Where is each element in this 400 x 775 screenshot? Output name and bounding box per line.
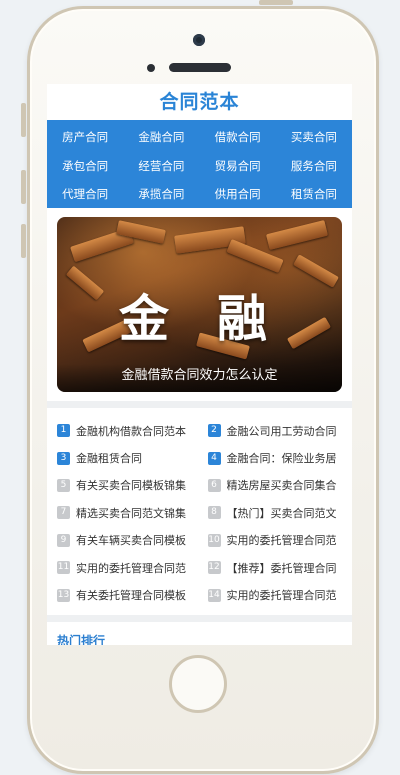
rank-badge: 13 <box>57 588 70 602</box>
camera-icon <box>193 34 205 46</box>
rank-badge: 7 <box>57 506 70 520</box>
list-item-title[interactable]: 金融机构借款合同范本 <box>76 423 186 439</box>
site-title[interactable]: 合同范本 <box>47 84 352 120</box>
list-item-title[interactable]: 金融公司用工劳动合同 <box>227 423 337 439</box>
banner-headline-left: 金 <box>119 290 169 348</box>
nav-item[interactable]: 借款合同 <box>200 128 276 151</box>
nav-item[interactable]: 代理合同 <box>47 185 123 208</box>
rank-badge: 1 <box>57 424 70 438</box>
section-divider <box>47 401 352 408</box>
list-item-title[interactable]: 金融租赁合同 <box>76 450 142 466</box>
rank-badge: 14 <box>207 588 221 602</box>
list-item-title[interactable]: 实用的委托管理合同范 <box>76 560 186 576</box>
list-item-title[interactable]: 【热门】买卖合同范文 <box>227 505 337 521</box>
list-item[interactable]: 14 实用的委托管理合同范 <box>207 581 353 608</box>
list-item-title[interactable]: 金融合同：保险业务居 <box>227 450 337 466</box>
banner-wrap: 金 融 金融借款合同效力怎么认定 <box>47 208 352 401</box>
rank-badge: 12 <box>207 561 221 575</box>
power-button <box>259 0 293 5</box>
list-item[interactable]: 4 金融合同：保险业务居 <box>207 444 353 471</box>
banner-image[interactable]: 金 融 金融借款合同效力怎么认定 <box>57 217 342 392</box>
rank-badge: 5 <box>57 478 70 492</box>
nav-item[interactable]: 承揽合同 <box>123 185 199 208</box>
rank-badge: 11 <box>57 561 70 575</box>
hot-ranking-heading[interactable]: 热门排行 <box>47 614 352 645</box>
list-item-title[interactable]: 精选房屋买卖合同集合 <box>227 477 337 493</box>
nav-item[interactable]: 供用合同 <box>200 185 276 208</box>
rank-badge: 2 <box>207 424 221 438</box>
list-item[interactable]: 2 金融公司用工劳动合同 <box>207 417 353 444</box>
rank-badge: 8 <box>207 506 221 520</box>
nav-item[interactable]: 金融合同 <box>123 128 199 151</box>
category-nav: 房产合同 金融合同 借款合同 买卖合同 承包合同 经营合同 贸易合同 服务合同 … <box>47 120 352 208</box>
rank-badge: 6 <box>207 478 221 492</box>
list-item-title[interactable]: 精选买卖合同范文锦集 <box>76 505 186 521</box>
list-item-title[interactable]: 实用的委托管理合同范 <box>227 587 337 603</box>
list-item[interactable]: 9 有关车辆买卖合同模板 <box>57 527 202 554</box>
nav-item[interactable]: 贸易合同 <box>200 157 276 180</box>
nav-item[interactable]: 承包合同 <box>47 157 123 180</box>
list-item[interactable]: 6 精选房屋买卖合同集合 <box>207 472 353 499</box>
mute-switch <box>21 103 26 137</box>
nav-item[interactable]: 房产合同 <box>47 128 123 151</box>
nav-item[interactable]: 服务合同 <box>276 157 352 180</box>
list-item-title[interactable]: 实用的委托管理合同范 <box>227 532 337 548</box>
volume-up-button <box>21 170 26 204</box>
nav-item[interactable]: 买卖合同 <box>276 128 352 151</box>
volume-down-button <box>21 224 26 258</box>
list-item[interactable]: 8 【热门】买卖合同范文 <box>207 499 353 526</box>
list-item[interactable]: 11 实用的委托管理合同范 <box>57 554 202 581</box>
phone-screen: 合同范本 房产合同 金融合同 借款合同 买卖合同 承包合同 经营合同 贸易合同 … <box>47 84 352 645</box>
rank-badge: 4 <box>207 451 221 465</box>
article-list: 1 金融机构借款合同范本 2 金融公司用工劳动合同 3 金融租赁合同 4 金融合同：保险… <box>47 408 352 615</box>
list-item-title[interactable]: 【推荐】委托管理合同 <box>227 560 337 576</box>
list-item-title[interactable]: 有关买卖合同模板锦集 <box>76 477 186 493</box>
speaker-grille-icon <box>169 63 231 72</box>
list-item-title[interactable]: 有关委托管理合同模板 <box>76 587 186 603</box>
list-item[interactable]: 3 金融租赁合同 <box>57 444 202 471</box>
proximity-sensor <box>147 64 155 72</box>
list-item[interactable]: 13 有关委托管理合同模板 <box>57 581 202 608</box>
banner-headline-right: 融 <box>217 290 267 348</box>
rank-badge: 3 <box>57 451 70 465</box>
list-item-title[interactable]: 有关车辆买卖合同模板 <box>76 532 186 548</box>
home-button-icon[interactable] <box>169 655 227 713</box>
list-item[interactable]: 12 【推荐】委托管理合同 <box>207 554 353 581</box>
rank-badge: 10 <box>207 533 221 547</box>
list-item[interactable]: 1 金融机构借款合同范本 <box>57 417 202 444</box>
list-item[interactable]: 7 精选买卖合同范文锦集 <box>57 499 202 526</box>
rank-badge: 9 <box>57 533 70 547</box>
banner-caption[interactable]: 金融借款合同效力怎么认定 <box>57 364 342 392</box>
nav-item[interactable]: 经营合同 <box>123 157 199 180</box>
list-item[interactable]: 5 有关买卖合同模板锦集 <box>57 472 202 499</box>
list-item[interactable]: 10 实用的委托管理合同范 <box>207 527 353 554</box>
nav-item[interactable]: 租赁合同 <box>276 185 352 208</box>
